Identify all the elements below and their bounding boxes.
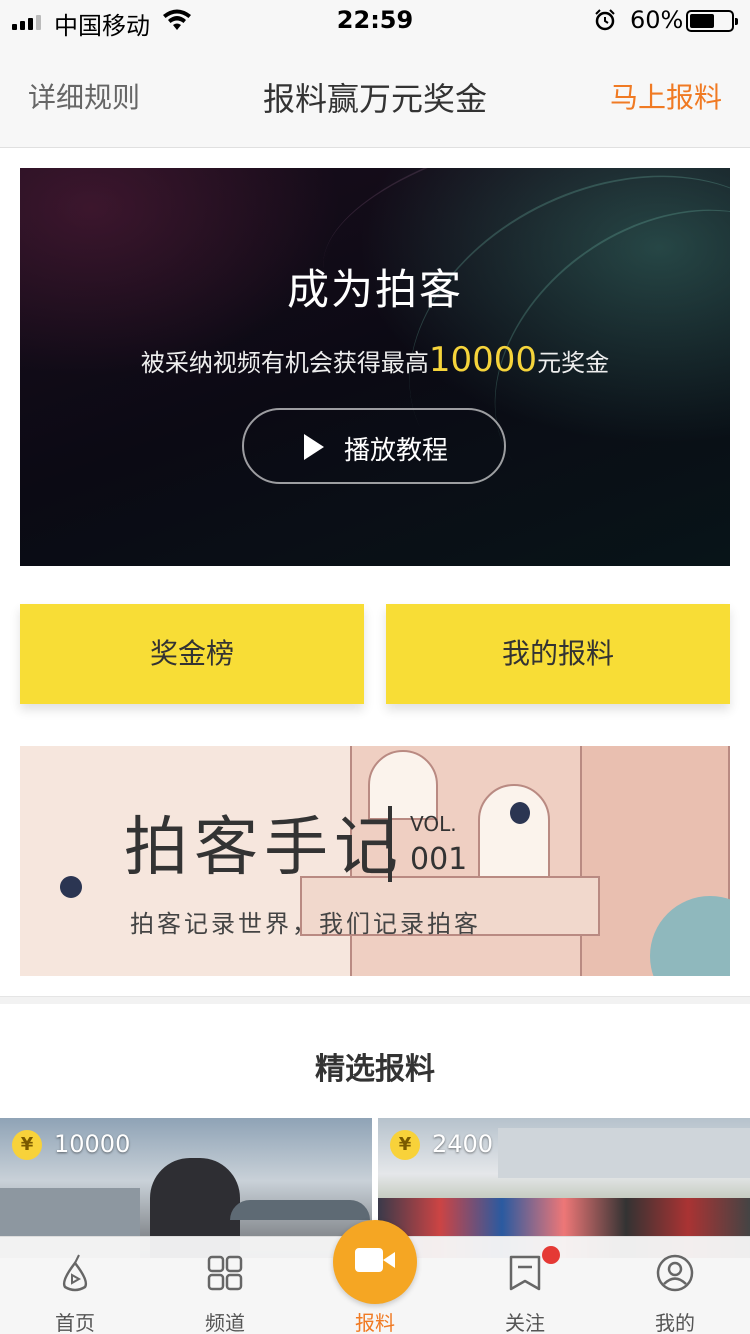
tab-home[interactable]: 首页 <box>0 1237 150 1334</box>
cyclist-illustration <box>60 876 82 898</box>
play-tutorial-button[interactable]: 播放教程 <box>242 408 506 484</box>
grid-icon <box>207 1255 243 1291</box>
stadium-roof <box>230 1200 370 1220</box>
bonus-ranking-button[interactable]: 奖金榜 <box>20 604 364 704</box>
card-bonus-amount: 10000 <box>54 1130 131 1158</box>
my-reports-button[interactable]: 我的报料 <box>386 604 730 704</box>
tab-follow-label: 关注 <box>505 1311 545 1334</box>
coin-icon: ¥ <box>12 1130 42 1160</box>
section-divider <box>0 996 750 1004</box>
tab-mine[interactable]: 我的 <box>600 1237 750 1334</box>
hero-subtitle-suffix: 元奖金 <box>537 349 610 377</box>
camera-icon <box>355 1248 383 1272</box>
card-bonus-amount: 2400 <box>432 1130 494 1158</box>
tab-home-label: 首页 <box>55 1311 95 1334</box>
tab-report-label: 报料 <box>355 1311 395 1334</box>
promo-volume-number: 001 <box>410 842 468 877</box>
hero-title: 成为拍客 <box>286 265 463 314</box>
hero-subtitle: 被采纳视频有机会获得最高10000元奖金 <box>20 340 730 380</box>
navigation-bar: 详细规则 报料赢万元奖金 马上报料 <box>0 40 750 148</box>
hero-subtitle-amount: 10000 <box>428 340 538 380</box>
report-now-button[interactable]: 马上报料 <box>610 76 722 116</box>
hero-video-banner[interactable]: 成为拍客 被采纳视频有机会获得最高10000元奖金 播放教程 <box>20 168 730 566</box>
person-illustration <box>510 802 530 824</box>
hero-subtitle-prefix: 被采纳视频有机会获得最高 <box>140 349 429 377</box>
play-icon <box>304 434 324 460</box>
building-background <box>498 1128 750 1178</box>
tab-follow[interactable]: 关注 <box>450 1237 600 1334</box>
alarm-icon <box>595 9 615 31</box>
tab-channels-label: 频道 <box>205 1311 245 1334</box>
promo-slogan: 拍客记录世界，我们记录拍客 <box>130 910 481 938</box>
section-title: 精选报料 <box>315 1052 435 1087</box>
play-tutorial-label: 播放教程 <box>344 436 449 466</box>
coin-icon: ¥ <box>390 1130 420 1160</box>
report-camera-button[interactable] <box>333 1220 417 1304</box>
promo-banner[interactable]: 拍客手记 VOL. 001 拍客记录世界，我们记录拍客 <box>20 746 730 976</box>
user-icon <box>656 1254 694 1292</box>
promo-volume-label: VOL. <box>410 812 457 836</box>
battery-percent: 60% <box>630 6 684 34</box>
bookmark-icon <box>509 1255 541 1291</box>
battery-icon <box>686 10 738 32</box>
status-bar: 中国移动 22:59 60% <box>0 0 750 40</box>
tab-channels[interactable]: 频道 <box>150 1237 300 1334</box>
promo-divider <box>388 806 392 882</box>
promo-title: 拍客手记 <box>124 811 404 885</box>
camera-lens-icon <box>383 1252 395 1268</box>
tab-mine-label: 我的 <box>655 1311 695 1334</box>
notification-badge <box>542 1246 560 1264</box>
home-play-icon <box>62 1254 88 1292</box>
